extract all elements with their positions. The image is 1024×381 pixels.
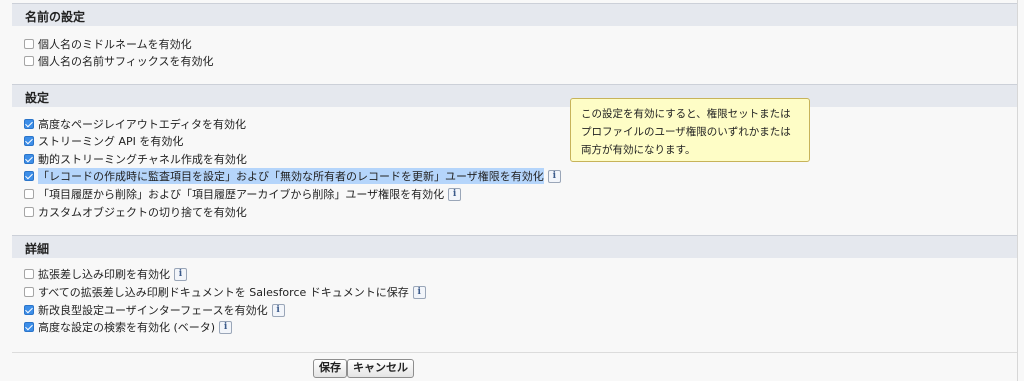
option-label: ストリーミング API を有効化 — [38, 135, 184, 148]
checkbox[interactable] — [24, 119, 34, 129]
option-custom-object-truncate[interactable]: カスタムオブジェクトの切り捨てを有効化 — [24, 204, 247, 220]
checkbox[interactable] — [24, 189, 34, 199]
option-name-suffix[interactable]: 個人名の名前サフィックスを有効化 — [24, 53, 213, 69]
settings-page: 名前の設定 個人名のミドルネームを有効化 個人名の名前サフィックスを有効化 設定… — [0, 0, 1018, 381]
option-streaming-api[interactable]: ストリーミング API を有効化 — [24, 133, 183, 149]
option-label: 個人名のミドルネームを有効化 — [38, 38, 192, 51]
option-dynamic-streaming-channel[interactable]: 動的ストリーミングチャネル作成を有効化 — [24, 151, 247, 167]
option-label: 「レコードの作成時に監査項目を設定」および「無効な所有者のレコードを更新」ユーザ… — [38, 168, 544, 184]
option-save-mail-merge-docs[interactable]: すべての拡張差し込み印刷ドキュメントを Salesforce ドキュメントに保存… — [24, 284, 426, 300]
info-icon[interactable]: i — [174, 267, 187, 281]
option-label: 「項目履歴から削除」および「項目履歴アーカイブから削除」ユーザ権限を有効化 — [38, 188, 445, 201]
section-header-name-settings: 名前の設定 — [12, 3, 1017, 26]
option-label: 高度な設定の検索を有効化 (ベータ) — [38, 321, 216, 334]
section-title: 設定 — [25, 91, 50, 105]
checkbox[interactable] — [24, 207, 34, 217]
checkbox[interactable] — [24, 39, 34, 49]
help-tooltip: この設定を有効にすると、権限セットまたは プロファイルのユーザ権限のいずれかまた… — [570, 98, 810, 162]
info-icon[interactable]: i — [271, 303, 285, 317]
option-label: 高度なページレイアウトエディタを有効化 — [38, 118, 247, 131]
cancel-button[interactable]: キャンセル — [347, 359, 414, 378]
option-field-history-delete[interactable]: 「項目履歴から削除」および「項目履歴アーカイブから削除」ユーザ権限を有効化 i — [24, 186, 462, 202]
checkbox[interactable] — [24, 136, 34, 146]
checkbox[interactable] — [24, 56, 34, 66]
option-audit-fields-permission[interactable]: 「レコードの作成時に監査項目を設定」および「無効な所有者のレコードを更新」ユーザ… — [24, 168, 561, 184]
option-advanced-setup-search[interactable]: 高度な設定の検索を有効化 (ベータ) i — [24, 319, 233, 335]
option-page-layout-editor[interactable]: 高度なページレイアウトエディタを有効化 — [24, 116, 246, 132]
option-label: カスタムオブジェクトの切り捨てを有効化 — [38, 206, 247, 219]
info-icon[interactable]: i — [547, 169, 561, 183]
section-title: 詳細 — [25, 242, 50, 256]
checkbox[interactable] — [24, 287, 34, 297]
info-icon[interactable]: i — [219, 320, 233, 334]
option-middle-name[interactable]: 個人名のミドルネームを有効化 — [24, 36, 192, 52]
info-icon[interactable]: i — [448, 187, 462, 201]
checkbox[interactable] — [24, 269, 34, 279]
section-title: 名前の設定 — [25, 10, 86, 24]
option-improved-setup-ui[interactable]: 新改良型設定ユーザインターフェースを有効化 i — [24, 302, 285, 318]
save-button[interactable]: 保存 — [313, 359, 347, 378]
checkbox[interactable] — [24, 171, 34, 181]
info-icon[interactable]: i — [412, 285, 426, 299]
checkbox[interactable] — [24, 154, 34, 164]
section-header-details: 詳細 — [12, 235, 1017, 258]
option-label: 拡張差し込み印刷を有効化 — [38, 268, 170, 281]
section-header-settings: 設定 — [12, 84, 1017, 107]
checkbox[interactable] — [24, 322, 34, 332]
option-label: 新改良型設定ユーザインターフェースを有効化 — [38, 304, 268, 317]
option-mail-merge[interactable]: 拡張差し込み印刷を有効化 i — [24, 266, 187, 282]
footer-divider — [12, 352, 1017, 353]
option-label: すべての拡張差し込み印刷ドキュメントを Salesforce ドキュメントに保存 — [38, 286, 409, 299]
option-label: 動的ストリーミングチャネル作成を有効化 — [38, 153, 247, 166]
option-label: 個人名の名前サフィックスを有効化 — [38, 55, 214, 68]
checkbox[interactable] — [24, 305, 34, 315]
